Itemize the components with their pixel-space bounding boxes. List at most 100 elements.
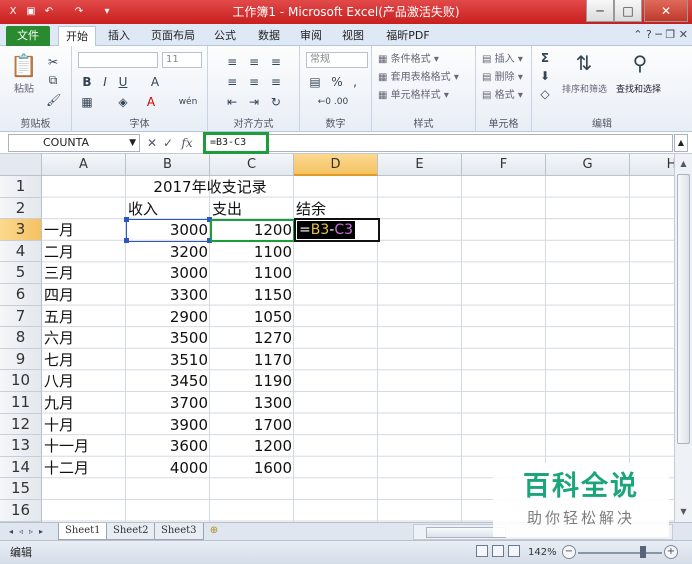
page-break-view-icon[interactable]	[508, 545, 520, 557]
cell-c11[interactable]: 1300	[210, 392, 294, 414]
tab-home[interactable]: 开始	[58, 26, 96, 46]
row-header-2[interactable]: 2	[0, 197, 42, 220]
row-header-1[interactable]: 1	[0, 176, 42, 198]
cancel-entry-icon[interactable]: ✕	[146, 135, 158, 151]
row-header-9[interactable]: 9	[0, 348, 42, 371]
tab-page-layout[interactable]: 页面布局	[148, 26, 198, 46]
conditional-format-button[interactable]: ▦ 条件格式 ▾	[378, 52, 439, 68]
cell-styles-button[interactable]: ▦ 单元格样式 ▾	[378, 88, 449, 104]
font-size-select[interactable]: 11	[162, 52, 202, 68]
number-format-select[interactable]: 常规	[306, 52, 368, 68]
font-color-icon[interactable]: A	[144, 94, 158, 110]
cell-b4[interactable]: 3200	[126, 241, 210, 263]
confirm-entry-icon[interactable]: ✓	[162, 135, 174, 151]
cut-icon[interactable]: ✂	[46, 54, 60, 70]
vertical-align-icons[interactable]: ≡ ≡ ≡	[216, 54, 296, 70]
row-header-13[interactable]: 13	[0, 435, 42, 457]
cell-c7[interactable]: 1050	[210, 306, 294, 328]
tab-data[interactable]: 数据	[254, 26, 284, 46]
cell-c12[interactable]: 1700	[210, 414, 294, 436]
formula-input-area[interactable]	[269, 134, 673, 152]
row-header-5[interactable]: 5	[0, 262, 42, 284]
tab-foxit-pdf[interactable]: 福昕PDF	[382, 26, 434, 46]
cell-c4[interactable]: 1100	[210, 241, 294, 263]
cell-a4[interactable]: 二月	[42, 241, 126, 263]
zoom-slider-thumb[interactable]	[640, 546, 646, 558]
select-all-corner[interactable]	[0, 154, 42, 176]
cell-b11[interactable]: 3700	[126, 392, 210, 414]
paste-icon[interactable]: 📋	[10, 54, 37, 80]
prev-sheet-icon[interactable]: ◃	[16, 525, 26, 539]
cell-c6[interactable]: 1150	[210, 284, 294, 306]
cell-c9[interactable]: 1170	[210, 349, 294, 371]
collapse-ribbon-icon[interactable]: ⌃	[633, 28, 642, 41]
percent-button[interactable]: %	[330, 74, 344, 90]
column-header-g[interactable]: G	[546, 154, 630, 176]
format-as-table-button[interactable]: ▦ 套用表格格式 ▾	[378, 70, 459, 86]
grow-font-button[interactable]: A	[148, 74, 162, 90]
row-header-10[interactable]: 10	[0, 370, 42, 392]
close-button[interactable]: ✕	[644, 0, 688, 22]
column-header-b[interactable]: B	[126, 154, 210, 176]
sort-filter-icon[interactable]: ⇅	[572, 50, 596, 76]
row-header-6[interactable]: 6	[0, 284, 42, 306]
row-header-14[interactable]: 14	[0, 456, 42, 479]
horizontal-align-icons[interactable]: ≡ ≡ ≡	[216, 74, 296, 90]
last-sheet-icon[interactable]: ▸	[36, 525, 46, 539]
doc-close-icon[interactable]: ✕	[679, 28, 688, 41]
insert-sheet-icon[interactable]: ⊕	[204, 523, 224, 540]
normal-view-icon[interactable]	[476, 545, 488, 557]
bold-button[interactable]: B	[80, 74, 94, 90]
format-painter-icon[interactable]: 🖌	[46, 92, 61, 108]
fill-color-icon[interactable]: ◈	[116, 94, 130, 110]
reference-handle[interactable]	[124, 217, 129, 222]
zoom-slider-track[interactable]	[578, 552, 662, 554]
row-header-3[interactable]: 3	[0, 219, 42, 241]
insert-function-icon[interactable]: fx	[178, 135, 196, 151]
insert-cells-button[interactable]: ▤ 插入 ▾	[482, 52, 523, 68]
scroll-up-icon[interactable]: ▲	[675, 156, 692, 172]
formula-input[interactable]: =B3-C3	[203, 132, 269, 154]
row-header-7[interactable]: 7	[0, 305, 42, 328]
minimize-button[interactable]: ─	[586, 0, 614, 22]
row-header-12[interactable]: 12	[0, 413, 42, 436]
doc-restore-icon[interactable]: ❐	[665, 28, 675, 41]
cell-c5[interactable]: 1100	[210, 262, 294, 284]
clear-icon[interactable]: ◇	[538, 86, 552, 102]
comma-button[interactable]: ,	[348, 74, 362, 90]
sheet-tab-sheet2[interactable]: Sheet2	[106, 523, 156, 540]
cell-b8[interactable]: 3500	[126, 327, 210, 349]
cell-a3[interactable]: 一月	[42, 219, 126, 241]
tab-view[interactable]: 视图	[338, 26, 368, 46]
paste-button[interactable]: 粘贴	[14, 82, 34, 98]
name-box-dropdown-icon[interactable]: ▼	[129, 135, 136, 151]
doc-minimize-icon[interactable]: ─	[655, 28, 662, 41]
cell-b14[interactable]: 4000	[126, 457, 210, 479]
column-header-d[interactable]: D	[294, 154, 378, 176]
help-icon[interactable]: ?	[646, 28, 652, 41]
cell-a7[interactable]: 五月	[42, 306, 126, 328]
column-header-h[interactable]: H	[630, 154, 674, 176]
cell-c8[interactable]: 1270	[210, 327, 294, 349]
cell-d3-formula-edit[interactable]: =B3-C3	[297, 221, 355, 240]
reference-handle[interactable]	[124, 238, 129, 243]
sheet-tab-sheet1[interactable]: Sheet1	[58, 523, 108, 540]
cell-a6[interactable]: 四月	[42, 284, 126, 306]
accounting-format-icon[interactable]: ▤	[308, 74, 322, 90]
italic-button[interactable]: I	[98, 74, 112, 90]
cell-c14[interactable]: 1600	[210, 457, 294, 479]
vertical-scroll-thumb[interactable]	[677, 174, 690, 444]
row-header-15[interactable]: 15	[0, 478, 42, 500]
sheet-tab-sheet3[interactable]: Sheet3	[154, 523, 204, 540]
row-header-8[interactable]: 8	[0, 327, 42, 349]
delete-cells-button[interactable]: ▤ 删除 ▾	[482, 70, 523, 86]
zoom-in-button[interactable]: +	[664, 545, 678, 559]
cell-a13[interactable]: 十一月	[42, 435, 126, 457]
cell-d2-balance-header[interactable]: 结余	[294, 198, 378, 220]
cell-b5[interactable]: 3000	[126, 262, 210, 284]
name-box[interactable]: COUNTA ▼	[8, 134, 140, 152]
cell-b12[interactable]: 3900	[126, 414, 210, 436]
font-name-select[interactable]	[78, 52, 158, 68]
cell-a12[interactable]: 十月	[42, 414, 126, 436]
cell-b1-title[interactable]: 2017年收支记录	[126, 176, 294, 198]
